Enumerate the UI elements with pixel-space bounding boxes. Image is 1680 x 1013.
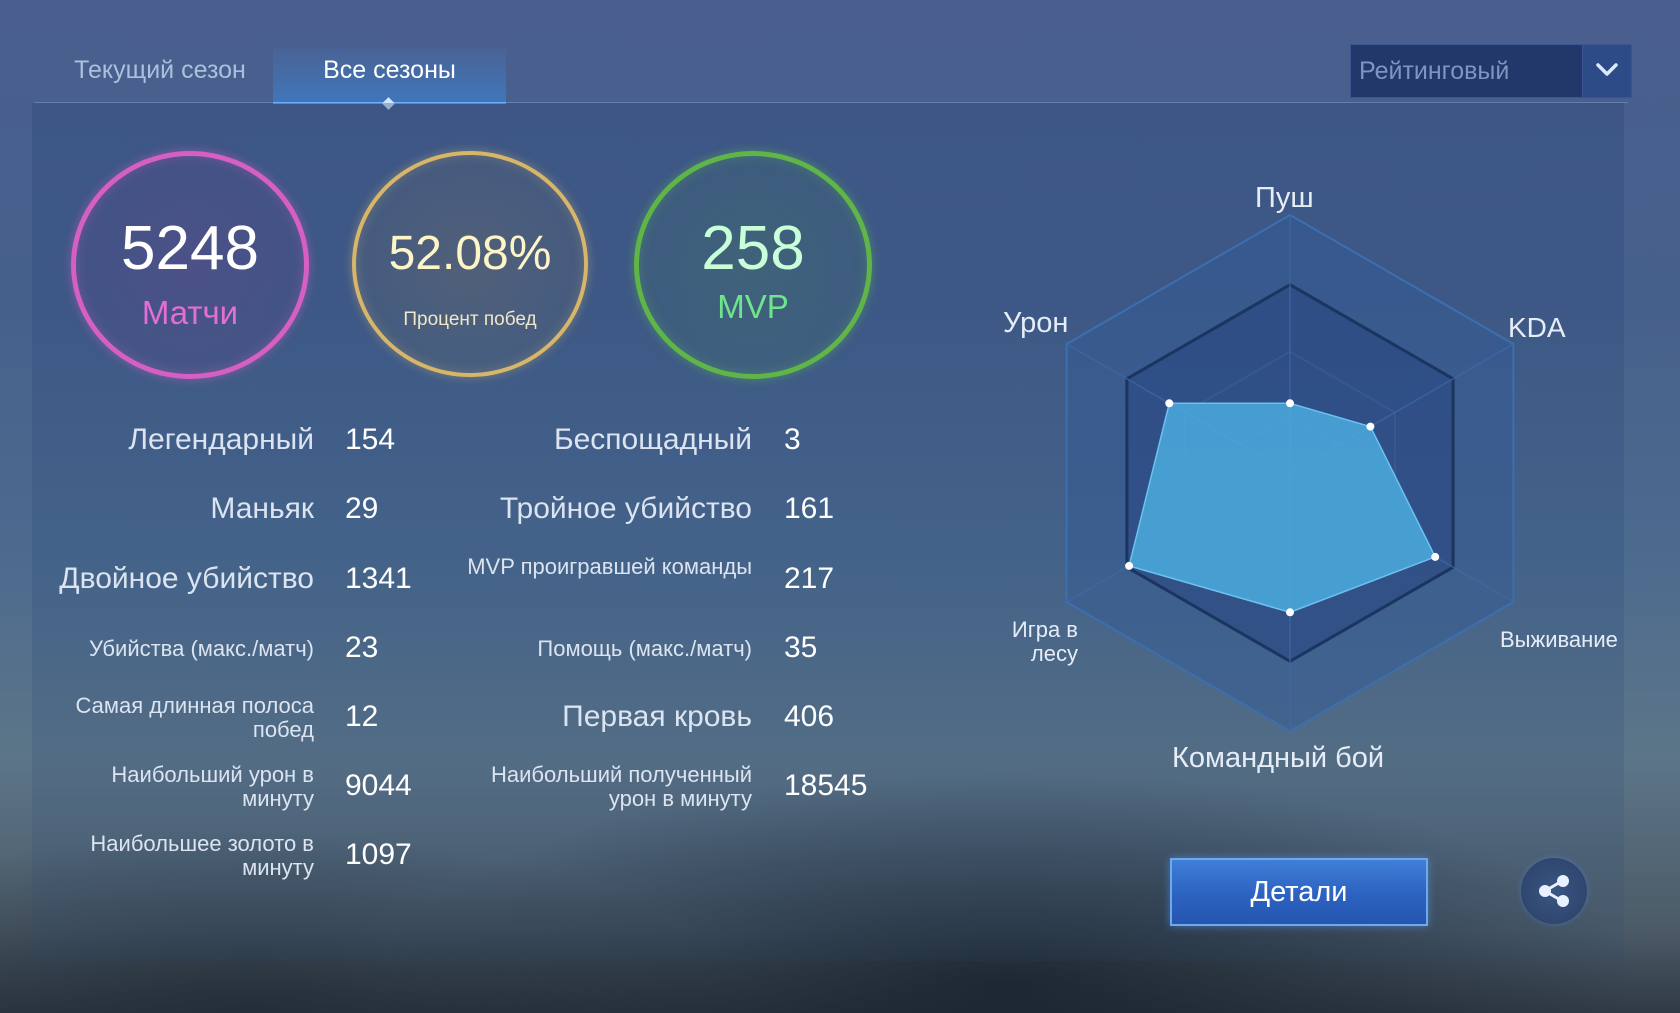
mode-dropdown[interactable]: Рейтинговый bbox=[1350, 44, 1632, 98]
stat-first-blood-value: 406 bbox=[784, 700, 835, 733]
stat-losing-mvp-value: 217 bbox=[784, 562, 835, 595]
stat-savage-value: 3 bbox=[784, 423, 801, 456]
radar-point bbox=[1366, 422, 1375, 431]
stat-double-kill-value: 1341 bbox=[345, 562, 412, 595]
radar-point bbox=[1165, 399, 1174, 408]
matches-label: Матчи bbox=[141, 294, 239, 331]
radar-point bbox=[1125, 561, 1134, 570]
mvp-count: 258 bbox=[701, 214, 805, 283]
radar-label-kda: KDA bbox=[1508, 312, 1566, 343]
stat-triple-kill-label: Тройное убийство bbox=[499, 492, 752, 525]
mvp-label: MVP bbox=[717, 288, 789, 325]
stat-double-kill-label: Двойное убийство bbox=[59, 562, 314, 595]
details-button[interactable]: Детали bbox=[1170, 858, 1428, 926]
stat-first-blood-label: Первая кровь bbox=[562, 700, 752, 733]
stat-savage-label: Беспощадный bbox=[553, 423, 752, 456]
radar-label-damage: Урон bbox=[1003, 307, 1069, 339]
winrate-label: Процент побед bbox=[403, 309, 537, 330]
chevron-down-icon bbox=[1596, 63, 1618, 76]
stat-max-kills-value: 23 bbox=[345, 631, 379, 664]
radar-label-jungle: Игра в лесу bbox=[1011, 617, 1078, 666]
stat-gold-per-min-value: 1097 bbox=[345, 838, 412, 871]
stat-legendary-label: Легендарный bbox=[128, 423, 314, 456]
stat-max-assists-label: Помощь (макс./матч) bbox=[537, 636, 752, 661]
stat-gold-per-min-label: Наибольшее золото в минуту bbox=[90, 831, 314, 880]
stat-maniac-value: 29 bbox=[345, 492, 379, 525]
radar-label-push: Пуш bbox=[1255, 182, 1314, 214]
stat-losing-mvp-label: MVP проигравшей команды bbox=[467, 554, 752, 579]
stat-win-streak-value: 12 bbox=[345, 700, 379, 733]
winrate-value: 52.08% bbox=[388, 227, 552, 280]
mvp-circle: 258 MVP bbox=[634, 151, 872, 379]
stat-win-streak-label: Самая длинная полоса побед bbox=[75, 693, 315, 742]
tab-all-seasons-label: Все сезоны bbox=[323, 56, 456, 84]
share-button[interactable] bbox=[1521, 858, 1587, 924]
radar-point bbox=[1286, 399, 1294, 408]
matches-count: 5248 bbox=[121, 214, 259, 283]
stat-dmg-per-min-label: Наибольший урон в минуту bbox=[111, 762, 314, 811]
stat-dmg-taken-value: 18545 bbox=[784, 769, 868, 802]
winrate-circle: 52.08% Процент побед bbox=[352, 151, 588, 377]
stat-dmg-per-min-value: 9044 bbox=[345, 769, 412, 802]
radar-chart bbox=[1065, 213, 1515, 733]
dropdown-toggle[interactable] bbox=[1582, 45, 1631, 97]
mode-dropdown-value: Рейтинговый bbox=[1359, 57, 1510, 85]
stat-max-assists-value: 35 bbox=[784, 631, 818, 664]
tab-all-seasons[interactable]: Все сезоны bbox=[273, 48, 506, 110]
stat-max-kills-label: Убийства (макс./матч) bbox=[88, 636, 314, 661]
stat-maniac-label: Маньяк bbox=[210, 492, 314, 525]
radar-label-survival: Выживание bbox=[1500, 627, 1618, 652]
stat-legendary-value: 154 bbox=[345, 423, 396, 456]
stat-dmg-taken-label: Наибольший полученный урон в минуту bbox=[490, 762, 752, 811]
radar-point bbox=[1286, 608, 1294, 617]
matches-circle: 5248 Матчи bbox=[71, 151, 309, 379]
radar-label-teamfight: Командный бой bbox=[1172, 742, 1385, 774]
stat-triple-kill-value: 161 bbox=[784, 492, 835, 525]
radar-point bbox=[1431, 552, 1440, 561]
tab-current-season[interactable]: Текущий сезон bbox=[50, 48, 270, 102]
share-icon bbox=[1539, 875, 1569, 907]
